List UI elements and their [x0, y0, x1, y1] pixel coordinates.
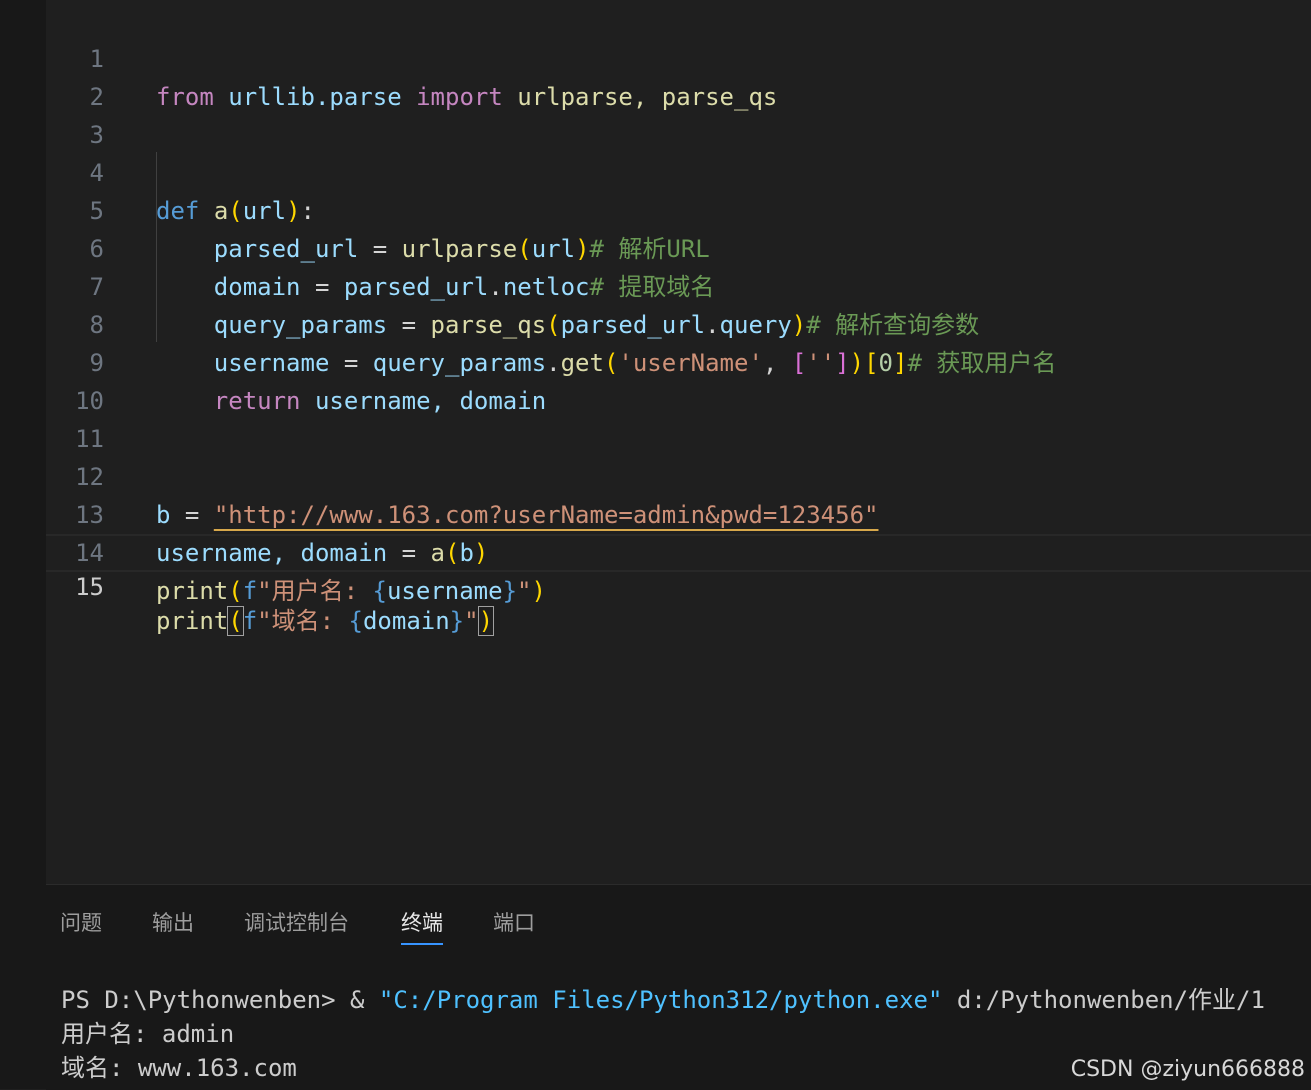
fstring-prefix: f — [242, 577, 258, 605]
tab-terminal[interactable]: 终端 — [401, 903, 443, 945]
code-line-10[interactable]: 10 — [46, 344, 1311, 415]
code-line-15[interactable]: 15 print(f"域名: {domain}") — [46, 534, 1311, 636]
string: "用户名: — [257, 577, 373, 605]
line-number: 15 — [75, 573, 104, 601]
function-call: print — [156, 607, 229, 635]
terminal-prompt: PS D:\Pythonwenben> & — [61, 986, 379, 1014]
code-line-6[interactable]: 6 domain = parsed_url.netloc# 提取域名 — [46, 192, 1311, 301]
code-line-12[interactable]: 12 b = "http://www.163.com?userName=admi… — [46, 420, 1311, 529]
code-line-11[interactable]: 11 — [46, 382, 1311, 453]
code-line-2[interactable]: 2 — [46, 40, 1311, 111]
string: "域名: — [257, 607, 349, 635]
code-line-13[interactable]: 13 username, domain = a(b) — [46, 458, 1311, 567]
terminal-line-domain: 域名: www.163.com — [61, 1054, 297, 1082]
code-line-5[interactable]: 5 parsed_url = urlparse(url)# 解析URL — [46, 154, 1311, 263]
string: " — [517, 577, 532, 605]
fstring-prefix: f — [242, 607, 258, 635]
code-line-1[interactable]: 1 from urllib.parse import urlparse, par… — [46, 2, 1311, 111]
terminal-exe-path: "C:/Program Files/Python312/python.exe" — [378, 986, 943, 1014]
string: " — [464, 607, 479, 635]
code-line-4[interactable]: 4 def a(url): — [46, 116, 1311, 225]
code-line-14[interactable]: 14 print(f"用户名: {username}") — [46, 496, 1311, 605]
code-line-3[interactable]: 3 — [46, 78, 1311, 149]
tab-ports[interactable]: 端口 — [493, 903, 535, 943]
code-line-8[interactable]: 8 username = query_params.get('userName'… — [46, 268, 1311, 377]
code-text: print(f"域名: {domain}") — [156, 606, 495, 636]
code-line-9[interactable]: 9 return username, domain — [46, 306, 1311, 415]
bottom-panel: 问题 输出 调试控制台 终端 端口 PS D:\Pythonwenben> & … — [46, 884, 1311, 1090]
function-call: print — [156, 577, 229, 605]
tab-problems[interactable]: 问题 — [60, 903, 102, 943]
terminal-line-username: 用户名: admin — [61, 1020, 235, 1048]
code-editor[interactable]: 1 from urllib.parse import urlparse, par… — [46, 0, 1311, 884]
tab-debug-console[interactable]: 调试控制台 — [244, 903, 349, 943]
fstring-expr: domain — [362, 607, 450, 635]
fstring-expr: username — [386, 577, 503, 605]
watermark: CSDN @ziyun666888 — [1070, 1057, 1305, 1082]
tab-output[interactable]: 输出 — [152, 903, 194, 943]
terminal-script-path: d:/Pythonwenben/作业/1 — [942, 986, 1265, 1014]
code-line-7[interactable]: 7 query_params = parse_qs(parsed_url.que… — [46, 230, 1311, 339]
activity-bar — [0, 0, 46, 1089]
